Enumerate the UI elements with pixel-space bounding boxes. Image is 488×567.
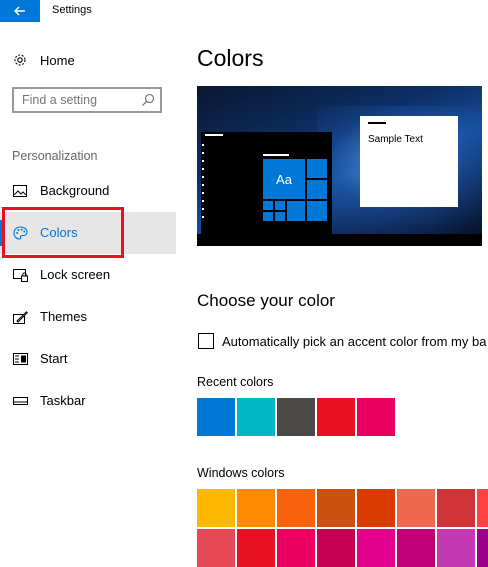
sidebar-item-label: Colors [40,225,78,240]
sidebar-item-label: Background [40,183,110,198]
sidebar-item-background[interactable]: Background [0,170,176,212]
preview-tile [307,201,327,221]
color-swatch[interactable] [197,489,235,527]
sidebar-item-start[interactable]: Start [0,338,176,380]
preview-tile [263,201,273,210]
color-swatch[interactable] [197,398,235,436]
sidebar: Home Personalization Background [0,22,176,538]
sidebar-item-label: Lock screen [40,267,111,282]
preview-tile [287,201,305,221]
page-title: Colors [197,45,264,71]
preview-tiles-line [263,154,289,156]
section-label-personalization: Personalization [12,149,98,163]
color-swatch[interactable] [397,529,435,567]
sidebar-item-home[interactable]: Home [0,48,176,72]
preview-start-item [202,168,204,170]
color-swatch[interactable] [317,398,355,436]
preview-start-item [202,144,204,146]
color-swatch[interactable] [477,529,488,567]
search-icon[interactable] [140,92,156,108]
search-input[interactable] [14,89,134,111]
title-bar: Settings [0,0,488,22]
color-swatch[interactable] [357,398,395,436]
app-title: Settings [52,4,92,16]
color-swatch[interactable] [277,529,315,567]
selection-indicator [0,220,4,246]
sidebar-item-themes[interactable]: Themes [0,296,176,338]
preview-start-item [202,200,204,202]
preview-start-menu [201,132,229,234]
auto-pick-checkbox[interactable] [198,333,214,349]
preview-tile-large: Aa [263,159,305,199]
color-swatch[interactable] [277,489,315,527]
sidebar-item-colors[interactable]: Colors [0,207,176,258]
color-swatch[interactable] [237,398,275,436]
color-swatch[interactable] [357,489,395,527]
color-swatch[interactable] [397,489,435,527]
lock-screen-icon [12,267,28,283]
color-swatch[interactable] [437,489,475,527]
color-swatch[interactable] [197,529,235,567]
preview-start-item [202,216,204,218]
sidebar-item-label: Home [40,52,75,68]
preview-sample-text: Sample Text [368,134,423,145]
gear-icon [12,52,28,68]
color-swatch[interactable] [237,489,275,527]
back-button[interactable] [0,0,40,22]
sidebar-item-label: Themes [40,309,87,324]
preview-tile [275,212,285,221]
preview-window: Sample Text [360,116,458,207]
preview-window-titlebar [368,122,386,124]
color-swatch[interactable] [317,529,355,567]
preview-tile [263,212,273,221]
preview-start-item [202,160,204,162]
windows-colors-label: Windows colors [197,466,285,480]
preview-taskbar [197,234,482,246]
preview-start-line [205,134,223,136]
preview-start-item [202,176,204,178]
main-content: Colors Aa Sample Text Choose your color … [176,22,488,567]
taskbar-icon [12,393,28,409]
color-swatch[interactable] [277,398,315,436]
recent-colors-label: Recent colors [197,375,274,389]
color-swatch[interactable] [357,529,395,567]
choose-color-heading: Choose your color [197,291,335,310]
search-box[interactable] [12,87,162,113]
preview-start-item [202,184,204,186]
arrow-left-icon [14,6,25,16]
preview-tile [307,180,327,199]
sidebar-item-label: Start [40,351,68,366]
auto-pick-label[interactable]: Automatically pick an accent color from … [222,334,486,349]
preview-start-item [202,192,204,194]
sidebar-item-lock-screen[interactable]: Lock screen [0,254,176,296]
preview-start-item [202,208,204,210]
color-swatch[interactable] [317,489,355,527]
preview-tile [307,159,327,178]
color-swatch[interactable] [437,529,475,567]
palette-icon [12,225,28,241]
sidebar-item-taskbar[interactable]: Taskbar [0,380,176,422]
start-icon [12,351,28,367]
picture-icon [12,183,28,199]
theme-preview: Aa Sample Text [197,86,482,246]
preview-start-item [202,152,204,154]
sidebar-item-label: Taskbar [40,393,86,408]
preview-tile [275,201,285,210]
color-swatch[interactable] [477,489,488,527]
color-swatch[interactable] [237,529,275,567]
brush-icon [12,309,28,325]
